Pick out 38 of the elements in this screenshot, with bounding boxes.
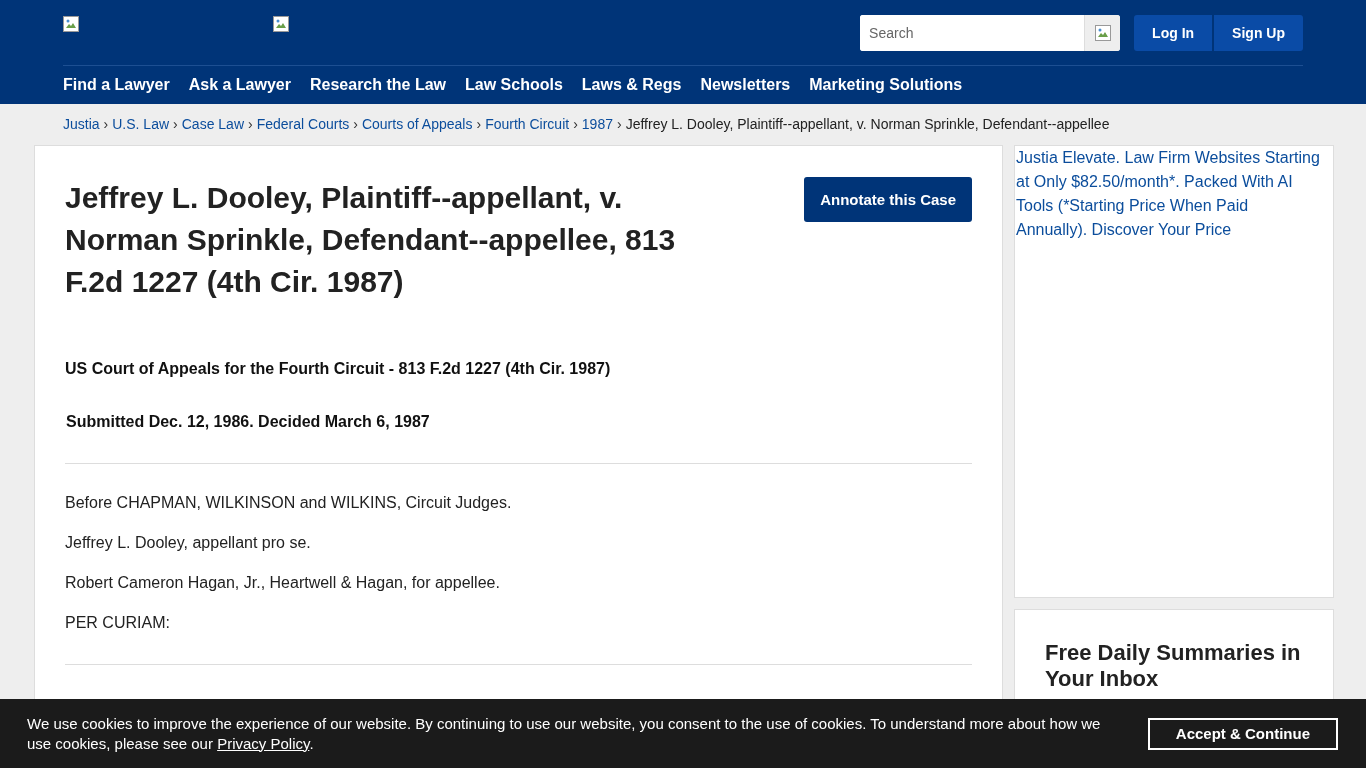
case-title: Jeffrey L. Dooley, Plaintiff--appellant, v. Norman Sprinkle, Defendant--appellee, 813 F.2d 1227 (4th Cir. 1987) (65, 180, 677, 300)
accept-button[interactable]: Accept & Continue (1147, 717, 1338, 750)
breadcrumb-link[interactable]: Justia (63, 116, 100, 145)
case-paragraph: PER CURIAM: (65, 614, 171, 632)
search-button[interactable] (1084, 14, 1121, 51)
breadcrumb-link[interactable]: Courts of Appeals (361, 116, 473, 145)
breadcrumb-separator: › (248, 116, 253, 134)
cookie-notice: We use cookies to improve the experience of our website. By continuing to use our website, you consent to the use of cookies. To understand more about how we use cookies, please see our Privacy Policy. (27, 713, 1102, 754)
nav-link[interactable]: Law Schools (465, 75, 563, 94)
breadcrumb-separator: › (353, 116, 358, 134)
case-paragraph: Robert Cameron Hagan, Jr., Heartwell & Hagan, for appellee. (65, 574, 501, 592)
breadcrumb-link[interactable]: 1987 (581, 116, 613, 145)
breadcrumb-separator: › (103, 116, 109, 134)
breadcrumb-link[interactable]: Federal Courts (256, 116, 350, 145)
nav-link[interactable]: Laws & Regs (581, 75, 682, 94)
newsletter-title: Free Daily Summaries in Your Inbox (1045, 640, 1302, 692)
breadcrumb-current: Jeffrey L. Dooley, Plaintiff--appellant, v. Norman Sprinkle, Defendant--appellee (625, 116, 1110, 134)
nav-link[interactable]: Ask a Lawyer (188, 75, 291, 94)
breadcrumb-link[interactable]: Case Law (181, 116, 244, 145)
breadcrumb-separator: › (573, 116, 578, 134)
nav-link[interactable]: Marketing Solutions (809, 75, 963, 94)
breadcrumb-separator: › (617, 116, 622, 134)
nav-link[interactable]: Newsletters (700, 75, 791, 94)
nav-link[interactable]: Research the Law (310, 75, 447, 94)
privacy-policy-link[interactable]: Privacy Policy (217, 734, 310, 752)
ad-link[interactable]: Justia Elevate. Law Firm Websites Starting at Only $82.50/month*. Packed With AI Tools (*Starting Price When Paid Annually). Discover Your Price (1014, 145, 1334, 598)
case-paragraph: Jeffrey L. Dooley, appellant pro se. (65, 534, 312, 552)
nav-link[interactable]: Find a Lawyer (63, 75, 170, 94)
sign-up-button[interactable]: Sign Up (1214, 14, 1303, 51)
case-dates: Submitted Dec. 12, 1986. Decided March 6, 1987 (65, 413, 431, 431)
court-citation: US Court of Appeals for the Fourth Circuit - 813 F.2d 1227 (4th Cir. 1987) (65, 360, 612, 378)
case-paragraph: Before CHAPMAN, WILKINSON and WILKINS, Circuit Judges. (65, 494, 513, 512)
breadcrumb-link[interactable]: U.S. Law (112, 116, 170, 145)
log-in-button[interactable]: Log In (1134, 14, 1213, 51)
breadcrumb-link[interactable]: Fourth Circuit (485, 116, 570, 145)
annotate-button[interactable]: Annotate this Case (804, 177, 972, 222)
breadcrumb-separator: › (476, 116, 482, 134)
breadcrumb-separator: › (173, 116, 178, 134)
